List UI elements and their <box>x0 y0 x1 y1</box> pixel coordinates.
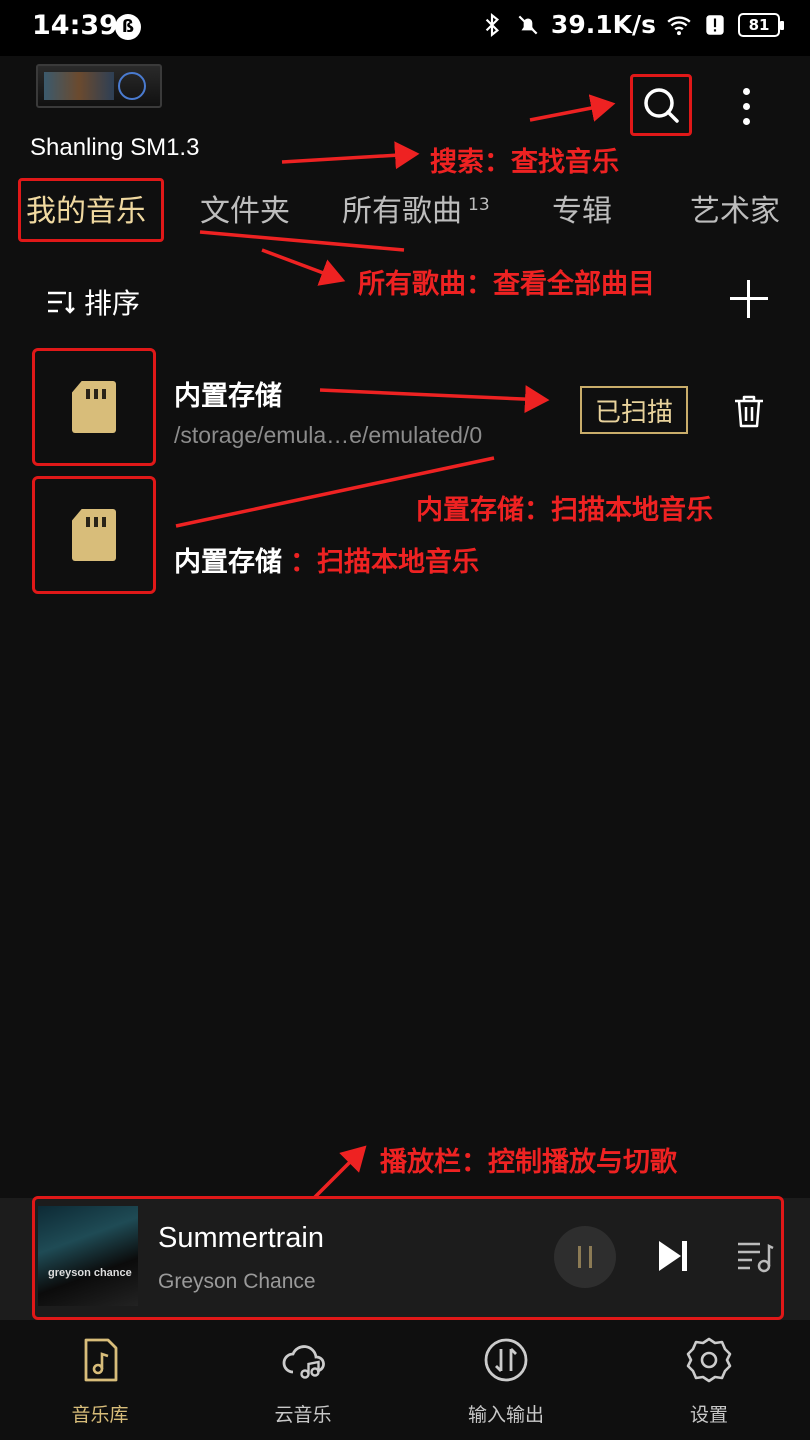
more-options-button[interactable] <box>734 88 758 136</box>
add-folder-button[interactable] <box>730 280 768 318</box>
tab-folders[interactable]: 文件夹 <box>200 186 290 230</box>
bottom-navigation: 音乐库 云音乐 输入输出 设置 <box>0 1320 810 1440</box>
category-tabs: 我的音乐 文件夹 所有歌曲 13 专辑 艺术家 <box>0 178 810 242</box>
sort-icon <box>48 291 75 314</box>
wifi-icon <box>667 15 691 35</box>
bluetooth-icon <box>485 12 499 37</box>
music-library-icon <box>84 1338 118 1382</box>
status-right-group: 39.1K/s 81 <box>479 10 784 39</box>
trash-icon[interactable] <box>730 392 768 430</box>
pause-button[interactable] <box>554 1226 616 1288</box>
storage-item-title[interactable]: 内置存储 <box>174 374 282 413</box>
annotation-scan-right: 内置存储：扫描本地音乐 <box>416 495 713 526</box>
nav-settings[interactable]: 设置 <box>649 1336 769 1427</box>
tab-all-songs-label: 所有歌曲 <box>342 194 462 229</box>
annotation-search: 搜索：查找音乐 <box>430 147 619 178</box>
more-dot <box>742 103 750 110</box>
storage-item-icon[interactable] <box>32 476 156 594</box>
cloud-music-icon <box>282 1345 325 1379</box>
sort-button[interactable]: 排序 <box>46 282 140 322</box>
tab-my-music[interactable]: 我的音乐 <box>26 186 146 230</box>
status-time: 14:39 <box>32 10 118 41</box>
settings-icon <box>686 1337 732 1383</box>
nav-cloud-music[interactable]: 云音乐 <box>243 1336 363 1427</box>
mute-bell-icon <box>518 15 538 34</box>
nav-label: 设置 <box>689 1404 728 1426</box>
album-art-text: greyson chance <box>48 1267 132 1279</box>
more-dot <box>742 118 750 125</box>
net-speed: 39.1K/s <box>550 10 656 39</box>
pause-icon <box>578 1246 581 1268</box>
sd-card-icon <box>72 381 116 433</box>
device-name: Shanling SM1.3 <box>30 134 200 161</box>
app-notification-icon: ß <box>115 14 141 40</box>
storage-item-icon[interactable] <box>32 348 156 466</box>
nav-input-output[interactable]: 输入输出 <box>446 1336 566 1427</box>
tab-all-songs[interactable]: 所有歌曲 13 <box>342 186 490 230</box>
storage-item-path: /storage/emula…e/emulated/0 <box>174 422 483 448</box>
nav-label: 输入输出 <box>467 1404 544 1426</box>
input-output-icon <box>484 1338 528 1382</box>
pause-icon-bar <box>589 1246 592 1268</box>
nav-label: 音乐库 <box>71 1404 129 1426</box>
alert-icon <box>706 14 724 35</box>
device-screen <box>44 72 114 100</box>
song-artist: Greyson Chance <box>158 1270 316 1293</box>
search-icon <box>644 88 679 123</box>
arrow-search-label <box>281 141 420 170</box>
more-vertical-icon <box>742 88 750 95</box>
search-button[interactable] <box>630 74 692 136</box>
annotation-player: 播放栏：控制播放与切歌 <box>380 1147 677 1178</box>
device-image <box>36 64 162 108</box>
device-knob <box>118 72 146 100</box>
sd-card-icon <box>72 509 116 561</box>
arrow-to-scanned <box>319 385 550 414</box>
battery-icon: 81 <box>738 12 784 37</box>
arrow-to-search <box>529 94 616 122</box>
song-title[interactable]: Summertrain <box>158 1222 324 1255</box>
scanned-button[interactable]: 已扫描 <box>580 386 688 434</box>
queue-icon[interactable] <box>736 1238 774 1274</box>
annotation-all-songs: 所有歌曲：查看全部曲目 <box>358 269 655 300</box>
skip-next-icon[interactable] <box>656 1238 690 1274</box>
storage-item-title[interactable]: 内置存储 <box>174 540 282 579</box>
nav-label: 云音乐 <box>274 1404 332 1426</box>
sort-label: 排序 <box>84 287 141 320</box>
arrow-to-all-songs <box>261 248 346 286</box>
tab-albums[interactable]: 专辑 <box>552 186 612 230</box>
tab-all-songs-count: 13 <box>468 195 490 215</box>
album-art[interactable]: greyson chance <box>38 1206 138 1306</box>
tab-artists[interactable]: 艺术家 <box>690 186 780 230</box>
nav-music-library[interactable]: 音乐库 <box>40 1336 160 1427</box>
status-bar: 14:39 ß 39.1K/s 81 <box>0 0 810 56</box>
annotation-scan-inline: ：扫描本地音乐 <box>290 547 479 578</box>
